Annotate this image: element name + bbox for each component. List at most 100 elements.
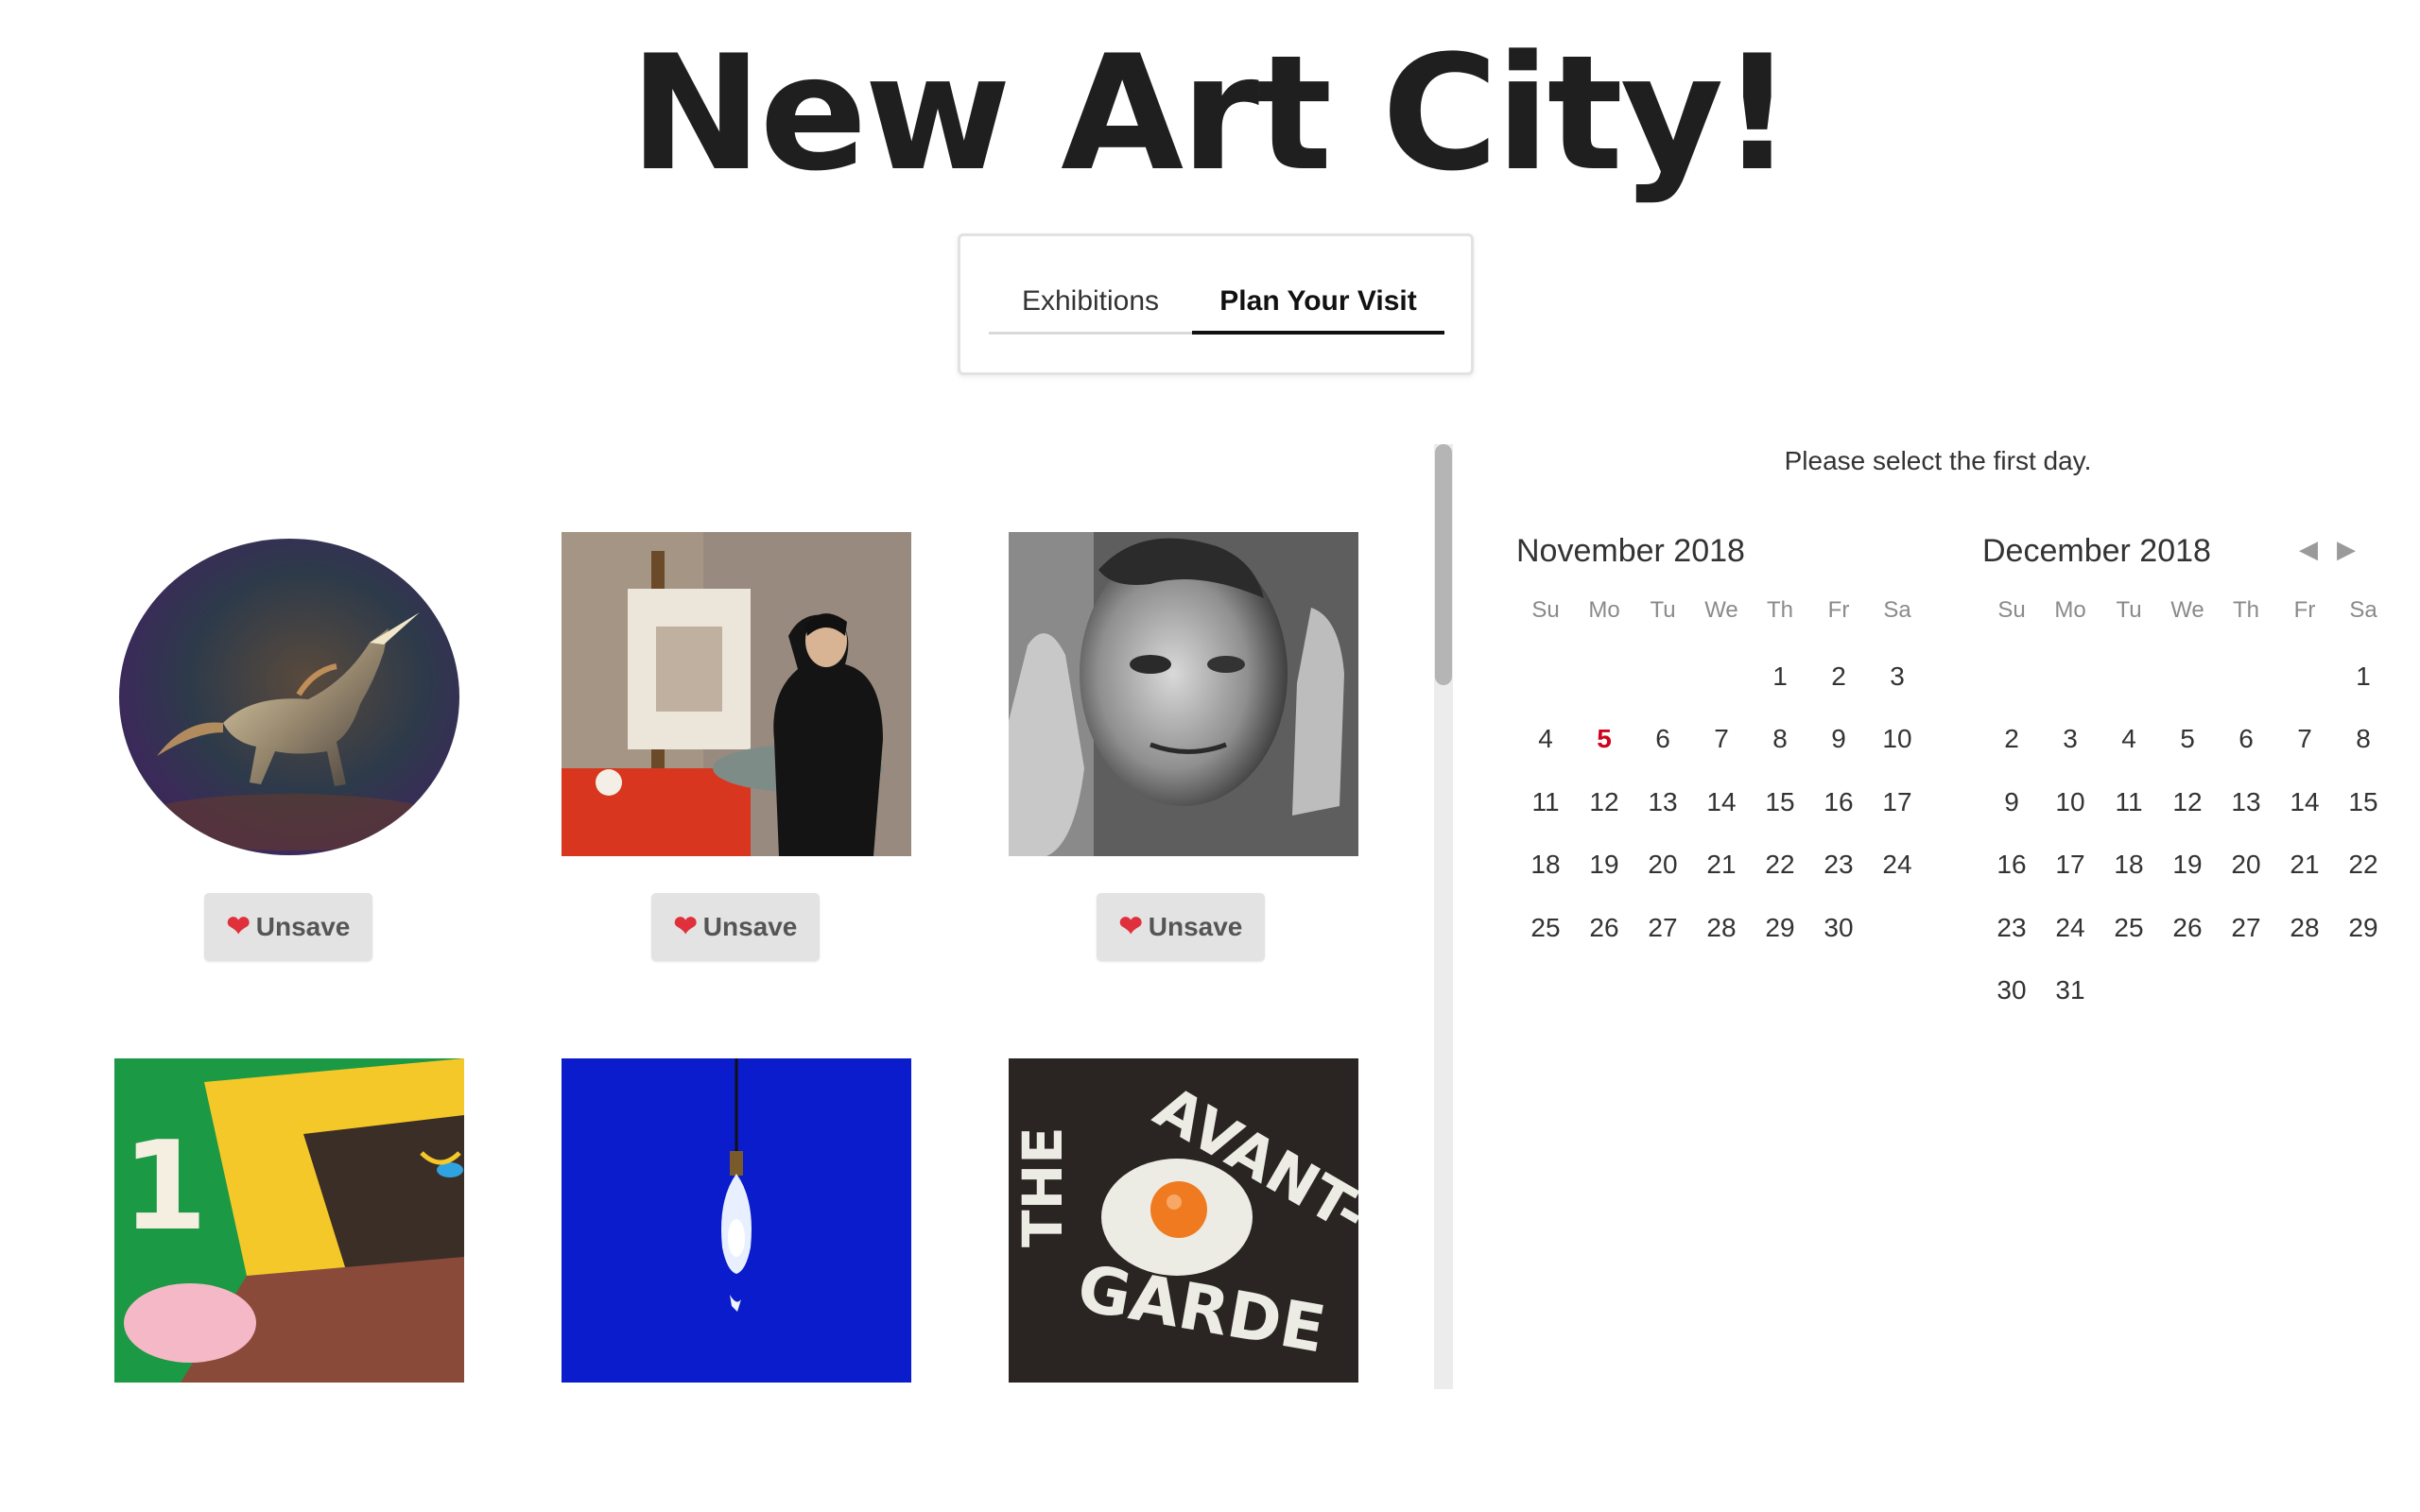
calendar-day[interactable]: 7 [2275,708,2334,770]
calendar-day[interactable]: 28 [1692,897,1751,959]
calendar-day[interactable]: 10 [2041,771,2100,833]
unsave-button[interactable]: ❤ Unsave [1097,893,1265,961]
weekday-label: Mo [1588,597,1620,623]
empty-day-cell [1692,645,1751,708]
calendar-day[interactable]: 30 [1982,959,2041,1022]
unicorn-artwork[interactable] [119,539,459,855]
calendar-day[interactable]: 20 [2217,833,2275,896]
calendar-day[interactable]: 26 [1575,897,1634,959]
calendar-day[interactable]: 27 [2217,897,2275,959]
weekday-label: We [1704,597,1738,623]
tab-exhibitions[interactable]: Exhibitions [989,274,1192,335]
heart-icon: ❤ [1118,911,1143,942]
calendar-day[interactable]: 6 [1634,708,1692,770]
calendar-day[interactable]: 3 [1868,645,1927,708]
calendar-day[interactable]: 10 [1868,708,1927,770]
weekday-header: Su Mo Tu We Th Fr Sa [1982,589,2398,632]
calendar-day[interactable]: 16 [1982,833,2041,896]
calendar-day[interactable]: 17 [1868,771,1927,833]
weekday-label: Mo [2054,597,2086,623]
month-title: December 2018 [1982,533,2211,569]
calendar-month-december: December 2018 Su Mo Tu We Th Fr Sa 1 2 3 4 5 6 7 8 9 10… [1982,524,2398,1022]
calendar-day[interactable]: 27 [1634,897,1692,959]
heart-icon: ❤ [226,911,251,942]
calendar-day[interactable]: 5 [2158,708,2217,770]
tab-plan-your-visit[interactable]: Plan Your Visit [1192,274,1444,335]
calendar-day[interactable]: 29 [1751,897,1809,959]
calendar-day[interactable]: 7 [1692,708,1751,770]
calendar-day[interactable]: 23 [1982,897,2041,959]
calendar-day[interactable]: 8 [2334,708,2393,770]
empty-day-cell [1634,645,1692,708]
weekday-label: Su [1531,597,1560,623]
calendar-day[interactable]: 30 [1809,897,1868,959]
empty-day-cell [1982,645,2041,708]
gallery-scrollbar-thumb[interactable] [1435,444,1452,685]
calendar-day[interactable]: 16 [1809,771,1868,833]
calendar-day[interactable]: 4 [1516,708,1575,770]
calendar-day[interactable]: 25 [2100,897,2158,959]
calendar-day[interactable]: 13 [2217,771,2275,833]
calendar-day[interactable]: 31 [2041,959,2100,1022]
calendar-day[interactable]: 17 [2041,833,2100,896]
calendar-day[interactable]: 4 [2100,708,2158,770]
calendar-day-today[interactable]: 5 [1575,708,1634,770]
unsave-label: Unsave [702,912,798,941]
calendar-day[interactable]: 15 [1751,771,1809,833]
calendar-day[interactable]: 21 [2275,833,2334,896]
calendar-day[interactable]: 12 [2158,771,2217,833]
portrait-artwork[interactable] [1009,532,1358,856]
calendar-day[interactable]: 28 [2275,897,2334,959]
calendar-day[interactable]: 25 [1516,897,1575,959]
calendar-day[interactable]: 11 [1516,771,1575,833]
calendar-day[interactable]: 22 [1751,833,1809,896]
avant-garde-the: THE [1011,1126,1075,1247]
calendar-day[interactable]: 26 [2158,897,2217,959]
weekday-label: Tu [1650,597,1676,623]
calendar-day[interactable]: 18 [1516,833,1575,896]
weekday-label: Fr [2293,597,2316,623]
empty-day-cell [2100,645,2158,708]
saved-gallery: ❤ Unsave ❤ Unsave ❤ Unsave 1 THE AVANT- … [0,444,1437,1389]
calendar-day[interactable]: 1 [1751,645,1809,708]
page-title: New Art City! [629,21,1793,206]
lightbulb-artwork[interactable] [562,1058,911,1383]
calendar-day[interactable]: 19 [1575,833,1634,896]
calendar-day[interactable]: 14 [2275,771,2334,833]
calendar-day[interactable]: 20 [1634,833,1692,896]
unsave-label: Unsave [1148,912,1243,941]
triangle-left-icon[interactable]: ◀ [2299,535,2318,564]
unsave-button[interactable]: ❤ Unsave [204,893,372,961]
calendar-day[interactable]: 9 [1982,771,2041,833]
empty-day-cell [2275,645,2334,708]
weekday-header: Su Mo Tu We Th Fr Sa [1516,589,1932,632]
calendar-day[interactable]: 19 [2158,833,2217,896]
avant-garde-artwork[interactable]: THE AVANT- GARDE [1009,1058,1358,1383]
calendar-day[interactable]: 2 [1809,645,1868,708]
painter-artwork[interactable] [562,532,911,856]
calendar-day[interactable]: 2 [1982,708,2041,770]
calendar-day[interactable]: 21 [1692,833,1751,896]
calendar-day[interactable]: 3 [2041,708,2100,770]
calendar-day[interactable]: 18 [2100,833,2158,896]
triangle-right-icon[interactable]: ▶ [2337,535,2356,564]
unsave-button[interactable]: ❤ Unsave [651,893,820,961]
calendar-day[interactable]: 24 [1868,833,1927,896]
calendar-day[interactable]: 23 [1809,833,1868,896]
empty-day-cell [2217,645,2275,708]
calendar-day[interactable]: 22 [2334,833,2393,896]
calendar-day[interactable]: 15 [2334,771,2393,833]
calendar-day[interactable]: 29 [2334,897,2393,959]
calendar-day[interactable]: 14 [1692,771,1751,833]
calendar-day[interactable]: 1 [2334,645,2393,708]
calendar-day[interactable]: 12 [1575,771,1634,833]
calendar-day[interactable]: 9 [1809,708,1868,770]
calendar-day[interactable]: 11 [2100,771,2158,833]
calendar-day[interactable]: 6 [2217,708,2275,770]
calendar-day[interactable]: 24 [2041,897,2100,959]
calendar-day[interactable]: 13 [1634,771,1692,833]
abstract-face-artwork[interactable]: 1 [114,1058,464,1383]
calendar-day[interactable]: 8 [1751,708,1809,770]
empty-day-cell [1516,645,1575,708]
month-title: November 2018 [1516,533,1745,569]
